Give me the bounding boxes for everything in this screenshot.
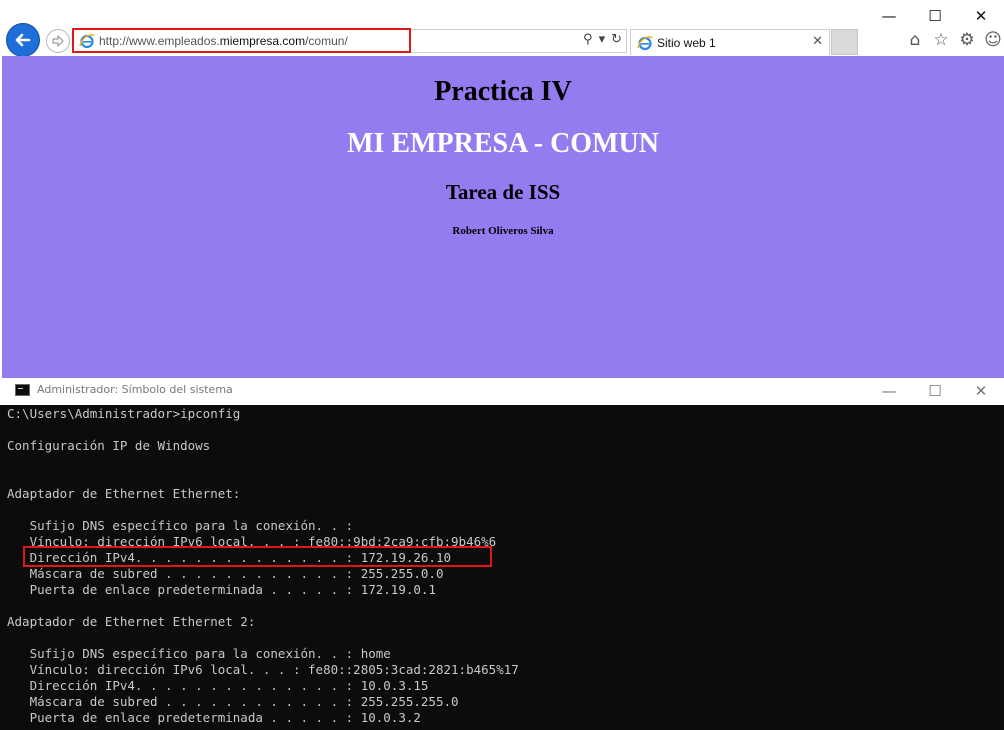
console-line: Sufijo DNS específico para la conexión. … — [7, 518, 354, 533]
feedback-smiley-icon[interactable]: ☺ — [982, 30, 1004, 50]
console-line: Máscara de subred . . . . . . . . . . . … — [7, 566, 444, 581]
maximize-button[interactable]: ☐ — [912, 4, 958, 28]
console-line: Máscara de subred . . . . . . . . . . . … — [7, 694, 459, 709]
browser-toolbar-icons: ⌂ ☆ ⚙ ☺ — [904, 30, 1004, 50]
back-arrow-icon — [15, 33, 31, 47]
command-prompt-icon — [15, 384, 30, 396]
close-tab-icon[interactable]: ✕ — [812, 34, 823, 49]
browser-window-controls: — ☐ ✕ — [866, 4, 1004, 28]
forward-button[interactable] — [46, 29, 70, 53]
command-prompt-window: Administrador: Símbolo del sistema — ☐ ✕… — [0, 378, 1004, 730]
tab-sitio-web-1[interactable]: Sitio web 1 ✕ — [630, 29, 830, 55]
back-button[interactable] — [6, 23, 40, 57]
console-line: Adaptador de Ethernet Ethernet 2: — [7, 614, 256, 629]
tab-title: Sitio web 1 — [657, 36, 716, 50]
console-line: Adaptador de Ethernet Ethernet: — [7, 486, 241, 501]
page-heading-empresa: MI EMPRESA - COMUN — [347, 128, 659, 159]
chevron-down-icon[interactable]: ▾ — [599, 32, 606, 47]
favorites-star-icon[interactable]: ☆ — [930, 30, 952, 50]
console-line: Puerta de enlace predeterminada . . . . … — [7, 582, 436, 597]
refresh-icon[interactable]: ↻ — [611, 32, 622, 47]
home-icon[interactable]: ⌂ — [904, 30, 926, 50]
console-line: C:\Users\Administrador>ipconfig — [7, 406, 241, 421]
page-heading-tarea: Tarea de ISS — [445, 180, 561, 204]
forward-arrow-icon — [52, 35, 64, 47]
web-page-content: Practica IV MI EMPRESA - COMUN Tarea de … — [2, 56, 1004, 378]
gear-icon[interactable]: ⚙ — [956, 30, 978, 50]
address-tools: ⚲ ▾ ↻ — [583, 32, 622, 47]
cmd-close-button[interactable]: ✕ — [958, 379, 1004, 403]
page-heading-practica: Practica IV — [434, 76, 572, 107]
url-highlight-box — [72, 28, 411, 53]
cmd-window-title: Administrador: Símbolo del sistema — [37, 383, 233, 396]
browser-window: — ☐ ✕ http://www.empleados.miempresa.com… — [0, 0, 1004, 378]
new-tab-button[interactable] — [831, 29, 858, 55]
ipv4-highlight-box — [23, 546, 492, 567]
cmd-titlebar[interactable]: Administrador: Símbolo del sistema — ☐ ✕ — [0, 378, 1004, 405]
console-line: Puerta de enlace predeterminada . . . . … — [7, 710, 421, 725]
search-icon[interactable]: ⚲ — [583, 32, 593, 47]
console-line: Sufijo DNS específico para la conexión. … — [7, 646, 391, 661]
internet-explorer-icon — [637, 36, 653, 51]
close-button[interactable]: ✕ — [958, 4, 1004, 28]
cmd-minimize-button[interactable]: — — [866, 379, 912, 403]
cmd-window-controls: — ☐ ✕ — [866, 379, 1004, 403]
page-author: Robert Oliveros Silva — [452, 225, 554, 237]
minimize-button[interactable]: — — [866, 4, 912, 28]
cmd-maximize-button[interactable]: ☐ — [912, 379, 958, 403]
console-line: Configuración IP de Windows — [7, 438, 211, 453]
console-line: Vínculo: dirección IPv6 local. . . : fe8… — [7, 662, 519, 677]
console-line: Dirección IPv4. . . . . . . . . . . . . … — [7, 678, 429, 693]
